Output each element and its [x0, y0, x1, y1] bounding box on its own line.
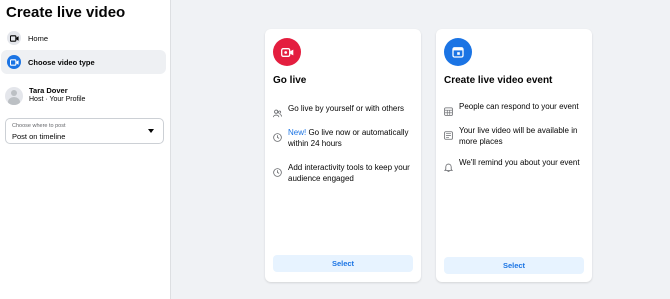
feature-item: Your live video will be available in mor…: [444, 126, 586, 147]
avatar: [5, 86, 23, 105]
card-title: Go live: [273, 75, 307, 86]
page-title: Create live video: [6, 4, 126, 21]
feature-text: Add interactivity tools to keep your aud…: [288, 163, 410, 183]
live-camera-icon: [273, 38, 301, 66]
live-video-icon: [7, 31, 21, 45]
sidebar-item-choose-video-type[interactable]: Choose video type: [1, 50, 166, 74]
go-live-select-button[interactable]: Select: [273, 255, 413, 272]
go-live-card[interactable]: Go live Go live by yourself or with othe…: [265, 29, 421, 282]
bell-icon: [443, 159, 454, 172]
live-video-icon: [7, 55, 21, 69]
host-profile: Tara Dover Host · Your Profile: [5, 86, 85, 105]
clock-icon: [273, 164, 282, 177]
sidebar-item-label: Choose video type: [28, 57, 95, 67]
feature-item: People can respond to your event: [444, 102, 586, 116]
feature-item: Add interactivity tools to keep your aud…: [273, 163, 415, 184]
feature-item: We'll remind you about your event: [443, 158, 586, 172]
news-feed-icon: [444, 127, 453, 140]
caret-down-icon: [148, 129, 154, 133]
profile-role: Host · Your Profile: [29, 96, 86, 103]
sidebar-item-label: Home: [28, 33, 49, 43]
feature-text: Go live by yourself or with others: [288, 104, 405, 113]
calendar-icon: [444, 38, 472, 66]
live-event-select-button[interactable]: Select: [444, 257, 584, 274]
profile-name: Tara Dover: [29, 86, 68, 95]
feature-item: Go live by yourself or with others: [273, 104, 415, 118]
post-location-label: Choose where to post: [12, 123, 66, 129]
sidebar: Create live video Home Choose video type…: [0, 0, 171, 299]
live-event-card[interactable]: Create live video event People can respo…: [436, 29, 592, 282]
feature-text: Your live video will be available in mor…: [459, 126, 578, 146]
feature-text: New! Go live now or automatically within…: [288, 128, 409, 148]
post-location-value: Post on timeline: [12, 132, 66, 141]
calendar-grid-icon: [444, 103, 453, 116]
new-tag: New!: [288, 128, 307, 137]
clock-icon: [273, 129, 282, 142]
feature-item: New! Go live now or automatically within…: [273, 128, 415, 149]
post-location-select[interactable]: Choose where to post Post on timeline: [5, 118, 164, 144]
feature-text: People can respond to your event: [459, 102, 579, 111]
people-icon: [273, 105, 282, 118]
card-title: Create live video event: [444, 75, 553, 86]
feature-text: We'll remind you about your event: [459, 158, 580, 167]
sidebar-item-home[interactable]: Home: [1, 26, 166, 50]
